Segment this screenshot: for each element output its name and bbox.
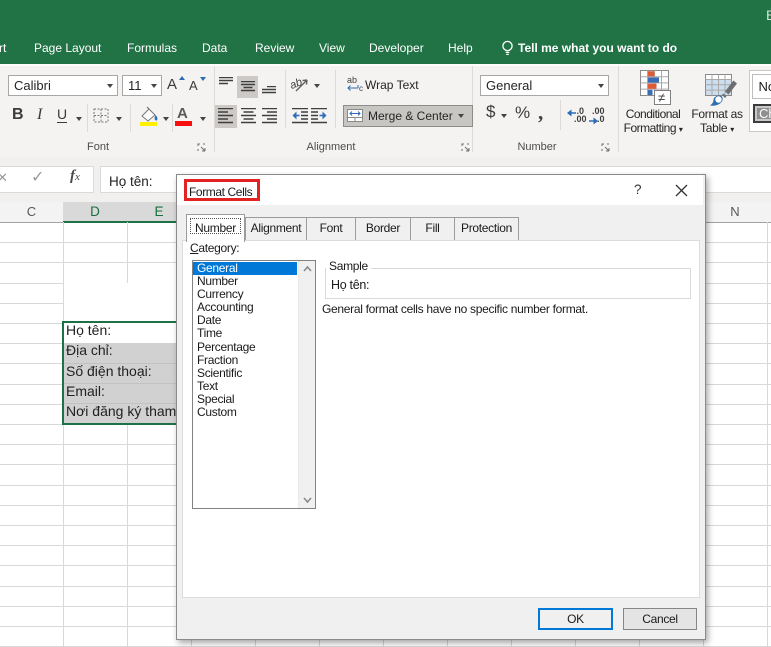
- svg-text:≠: ≠: [658, 90, 665, 105]
- svg-text:c: c: [359, 84, 363, 91]
- svg-text:ab: ab: [347, 75, 357, 85]
